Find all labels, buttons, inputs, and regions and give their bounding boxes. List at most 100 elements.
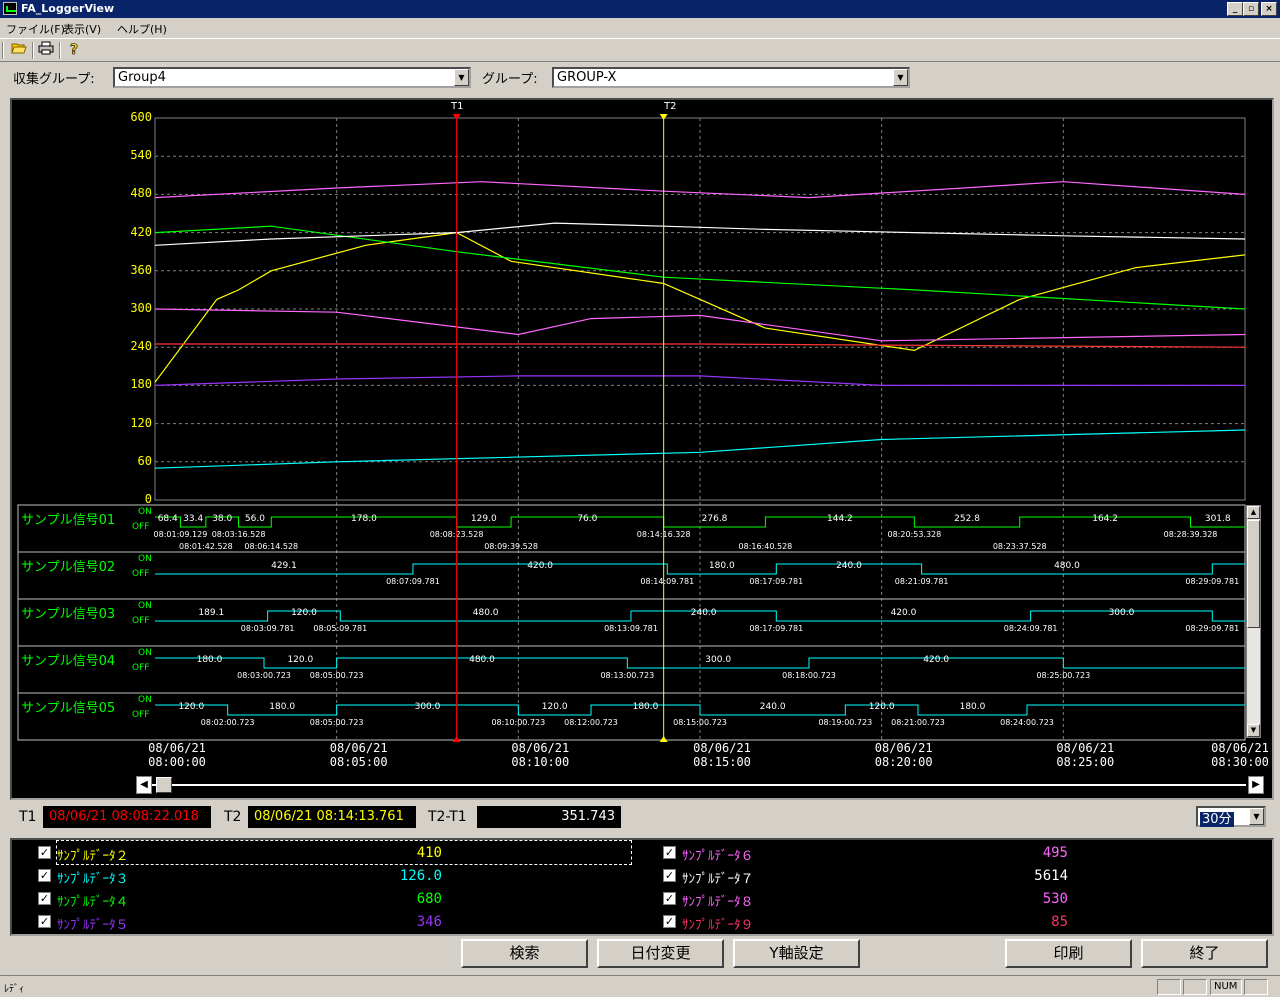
- scroll-up-icon[interactable]: ▲: [1247, 506, 1260, 519]
- signal-time-label: 08:06:14.528: [244, 542, 298, 551]
- x-tick-label: 08/06/21 08:05:00: [329, 741, 388, 769]
- signal-value-label: 276.8: [702, 514, 728, 524]
- signal-time-label: 08:01:09.129: [154, 530, 208, 539]
- signal-name: サンプル信号03: [21, 607, 116, 622]
- t1-label: T1: [19, 809, 37, 825]
- time-span-value: 30分: [1200, 812, 1234, 827]
- series-checkbox[interactable]: ✓: [38, 915, 51, 928]
- series-value: 680: [416, 891, 442, 907]
- signal-value-label: 420.0: [891, 608, 917, 618]
- series-value: 126.0: [399, 868, 442, 884]
- num-indicator: NUM: [1210, 979, 1242, 995]
- off-label: OFF: [132, 616, 150, 626]
- signal-time-label: 08:23:37.528: [993, 542, 1047, 551]
- series-checkbox[interactable]: ✓: [663, 869, 676, 882]
- signal-name: サンプル信号02: [21, 560, 116, 575]
- scroll-left-icon[interactable]: ◀: [136, 776, 152, 794]
- off-label: OFF: [132, 663, 150, 673]
- scroll-thumb[interactable]: [156, 777, 172, 793]
- signal-value-label: 480.0: [1054, 561, 1080, 571]
- signal-time-label: 08:28:39.328: [1164, 530, 1218, 539]
- t1-cursor-marker[interactable]: [452, 114, 461, 120]
- y-axis-settings-button[interactable]: Y軸設定: [733, 939, 860, 968]
- signal-time-label: 08:29:09.781: [1185, 577, 1239, 586]
- signal-value-label: 480.0: [469, 655, 495, 665]
- scroll-thumb[interactable]: [1247, 520, 1260, 628]
- y-tick-label: 120: [130, 415, 152, 430]
- signal-time-label: 08:05:00.723: [310, 718, 364, 727]
- t2-label: T2: [224, 809, 242, 825]
- signal-value-label: 300.0: [1109, 608, 1135, 618]
- signal-value-label: 240.0: [760, 702, 786, 712]
- signal-value-label: 120.0: [178, 702, 204, 712]
- exit-button[interactable]: 終了: [1141, 939, 1268, 968]
- t2-cursor-marker[interactable]: [659, 736, 668, 742]
- series-value: 346: [416, 914, 442, 930]
- signal-time-label: 08:16:40.528: [739, 542, 793, 551]
- signal-time-label: 08:07:09.781: [386, 577, 440, 586]
- signal-time-label: 08:05:00.723: [310, 671, 364, 680]
- scroll-right-icon[interactable]: ▶: [1248, 776, 1264, 794]
- off-label: OFF: [132, 569, 150, 579]
- t1-cursor-label[interactable]: T1: [451, 101, 463, 112]
- t2-time-field: 08/06/21 08:14:13.761: [248, 806, 416, 828]
- signal-value-label: 129.0: [471, 514, 497, 524]
- scroll-down-icon[interactable]: ▼: [1247, 724, 1260, 737]
- series-value: 5614: [1034, 868, 1068, 884]
- signal-value-label: 120.0: [542, 702, 568, 712]
- on-label: ON: [138, 554, 152, 564]
- signal-time-label: 08:25:00.723: [1036, 671, 1090, 680]
- signal-name: サンプル信号01: [21, 513, 116, 528]
- y-tick-label: 600: [130, 110, 152, 124]
- series-checkbox[interactable]: ✓: [663, 892, 676, 905]
- signal-time-label: 08:20:53.328: [887, 530, 941, 539]
- x-tick-label: 08/06/21 08:15:00: [693, 741, 751, 769]
- t2-cursor-marker[interactable]: [659, 114, 668, 120]
- signal-scrollbar[interactable]: ▲ ▼: [1246, 505, 1261, 738]
- series-name: ｻﾝﾌﾟﾙﾃﾞｰﾀ４: [57, 895, 129, 910]
- time-scrollbar[interactable]: ◀ ▶: [136, 776, 1264, 794]
- signal-value-label: 180.0: [197, 655, 223, 665]
- focus-outline: [56, 840, 632, 865]
- y-tick-label: 420: [130, 224, 152, 239]
- signal-value-label: 33.4: [183, 514, 203, 524]
- series-checkbox[interactable]: ✓: [38, 892, 51, 905]
- t1-time-field: 08/06/21 08:08:22.018: [43, 806, 211, 828]
- signal-value-label: 420.0: [527, 561, 553, 571]
- signal-value-label: 240.0: [691, 608, 717, 618]
- signal-value-label: 300.0: [415, 702, 441, 712]
- signal-value-label: 429.1: [271, 561, 297, 571]
- signal-value-label: 68.4: [158, 514, 178, 524]
- signal-value-label: 178.0: [351, 514, 377, 524]
- series-name: ｻﾝﾌﾟﾙﾃﾞｰﾀ２: [57, 849, 129, 864]
- scroll-track[interactable]: [152, 784, 1246, 786]
- print-button[interactable]: 印刷: [1005, 939, 1132, 968]
- signal-value-label: 180.0: [960, 702, 986, 712]
- series-checkbox[interactable]: ✓: [663, 846, 676, 859]
- t1-cursor-marker[interactable]: [452, 736, 461, 742]
- status-text: ﾚﾃﾞｨ: [4, 984, 24, 995]
- series-checkbox[interactable]: ✓: [663, 915, 676, 928]
- diff-label: T2-T1: [428, 809, 467, 825]
- signal-time-label: 08:03:16.528: [212, 530, 266, 539]
- t2-cursor-label[interactable]: T2: [664, 101, 676, 112]
- time-span-select[interactable]: 30分 ▼: [1196, 806, 1266, 827]
- signal-value-label: 252.8: [954, 514, 980, 524]
- signal-time-label: 08:12:00.723: [564, 718, 618, 727]
- signal-time-label: 08:17:09.781: [749, 624, 803, 633]
- date-change-button[interactable]: 日付変更: [597, 939, 724, 968]
- x-tick-label: 08/06/21 08:30:00: [1211, 741, 1269, 769]
- x-tick-label: 08/06/21 08:10:00: [511, 741, 570, 769]
- chevron-down-icon[interactable]: ▼: [1249, 808, 1264, 825]
- signal-time-label: 08:17:09.781: [749, 577, 803, 586]
- signal-time-label: 08:03:09.781: [241, 624, 295, 633]
- signal-time-label: 08:09:39.528: [484, 542, 538, 551]
- signal-value-label: 120.0: [291, 608, 317, 618]
- series-checkbox[interactable]: ✓: [38, 846, 51, 859]
- y-tick-label: 300: [130, 301, 152, 315]
- series-name: ｻﾝﾌﾟﾙﾃﾞｰﾀ９: [682, 918, 754, 933]
- series-checkbox[interactable]: ✓: [38, 869, 51, 882]
- search-button[interactable]: 検索: [461, 939, 588, 968]
- trend-chart[interactable]: 68.4 33.4 38.0 56.0 178.0 129.0 76.0 276.8 144.2…: [0, 0, 1280, 800]
- y-tick-label: 60: [137, 453, 152, 468]
